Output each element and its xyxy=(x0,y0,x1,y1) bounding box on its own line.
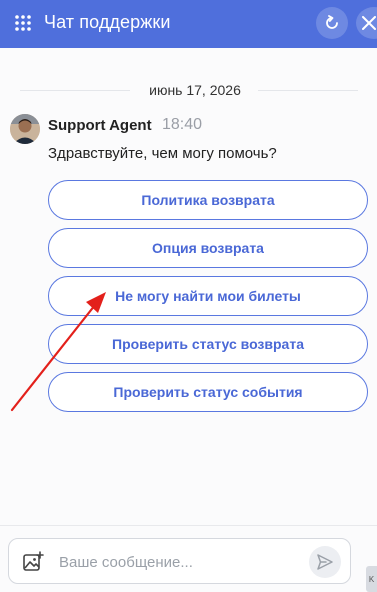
refresh-icon xyxy=(326,15,338,29)
agent-greeting: Здравствуйте, чем могу помочь? xyxy=(48,145,277,162)
refresh-button[interactable] xyxy=(316,7,348,39)
composer-divider xyxy=(0,525,377,526)
message-time: 18:40 xyxy=(162,116,203,133)
close-button[interactable] xyxy=(356,7,377,39)
send-button[interactable] xyxy=(309,546,341,578)
menu-button[interactable] xyxy=(8,8,38,38)
option-refund-policy[interactable]: Политика возврата xyxy=(48,180,368,220)
send-icon xyxy=(317,554,333,570)
message-input[interactable] xyxy=(59,550,299,574)
agent-name: Support Agent xyxy=(48,117,152,134)
divider-line xyxy=(258,90,358,91)
image-upload-icon xyxy=(23,551,44,571)
grid-icon xyxy=(15,15,31,31)
close-icon xyxy=(362,16,376,30)
divider-line xyxy=(20,90,130,91)
option-cant-find-tickets[interactable]: Не могу найти мои билеты xyxy=(48,276,368,316)
side-tab[interactable]: K xyxy=(366,566,377,592)
chat-title: Чат поддержки xyxy=(44,12,171,32)
conversation-date: июнь 17, 2026 xyxy=(149,82,241,98)
option-check-event-status[interactable]: Проверить статус события xyxy=(48,372,368,412)
message-composer xyxy=(8,538,351,584)
attach-image-button[interactable] xyxy=(22,551,44,573)
option-check-refund-status[interactable]: Проверить статус возврата xyxy=(48,324,368,364)
avatar xyxy=(10,114,40,144)
chat-header: Чат поддержки xyxy=(0,0,377,48)
option-refund-option[interactable]: Опция возврата xyxy=(48,228,368,268)
date-divider: июнь 17, 2026 xyxy=(0,80,377,100)
